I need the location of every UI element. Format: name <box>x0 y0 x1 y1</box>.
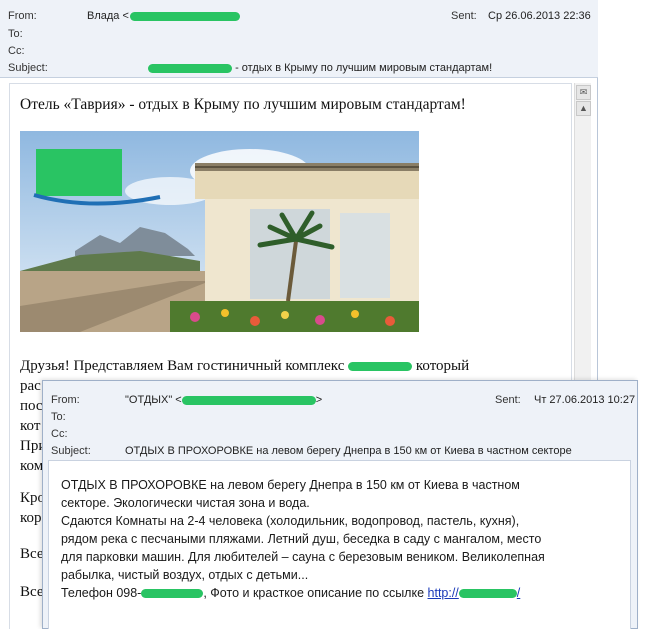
para-1-line-4: кот <box>20 418 41 434</box>
redacted-hotel-name <box>148 63 232 73</box>
phone-prefix: Телефон 098- <box>61 586 142 600</box>
subject-label: Subject: <box>51 445 91 457</box>
redacted-phone <box>141 589 204 599</box>
sent-label: Sent: <box>451 10 477 22</box>
redacted-url <box>458 589 517 599</box>
para-3-line-2: кор <box>20 510 42 526</box>
sent-value: Ср 26.06.2013 22:36 <box>488 10 591 22</box>
redacted-email <box>181 395 316 405</box>
redacted-hotel-name <box>348 362 413 372</box>
para-5-line-1: Все <box>20 584 44 600</box>
from-label: From: <box>8 10 37 22</box>
from-name: Влада < <box>87 10 129 22</box>
cc-label: Cc: <box>51 428 68 440</box>
body-line-5: для парковки машин. Для любителей – саун… <box>61 550 545 564</box>
to-label: To: <box>51 411 66 423</box>
subject-value: ОТДЫХ В ПРОХОРОВКЕ на левом берегу Днепр… <box>125 445 572 457</box>
phone-suffix: , Фото и красткое описание по ссылке <box>203 586 428 600</box>
subject-value: - отдых в Крыму по лучшим мировым станда… <box>148 62 492 74</box>
hotel-photo <box>20 131 419 332</box>
scroll-up-icon[interactable]: ▲ <box>576 101 591 116</box>
para-1-line-3: пос <box>20 398 43 414</box>
email-1-header: From: Влада < Sent: Ср 26.06.2013 22:36 … <box>0 0 598 78</box>
para-1-line-1: Друзья! Представляем Вам гостиничный ком… <box>20 358 470 374</box>
body-line-2: секторе. Экологически чистая зона и вода… <box>61 496 310 510</box>
reply-icon[interactable]: ✉ <box>576 85 591 100</box>
body-line-4: рядом река с песчаными пляжами. Летний д… <box>61 532 542 546</box>
background-area <box>599 0 655 380</box>
from-value[interactable]: "ОТДЫХ" < > <box>125 394 322 406</box>
from-value[interactable]: Влада < <box>87 10 240 22</box>
sent-value: Чт 27.06.2013 10:27 <box>534 394 636 406</box>
to-label: To: <box>8 28 23 40</box>
email-2-header: From: "ОТДЫХ" < > Sent: Чт 27.06.2013 10:… <box>43 381 637 457</box>
body-line-3: Сдаются Комнаты на 2-4 человека (холодил… <box>61 514 520 528</box>
body-line-1: ОТДЫХ В ПРОХОРОВКЕ на левом берегу Днепр… <box>61 478 520 492</box>
from-label: From: <box>51 394 80 406</box>
para-2-line-2: ком <box>20 458 44 474</box>
cc-label: Cc: <box>8 45 25 57</box>
para-4-line-1: Все <box>20 546 44 562</box>
body-line-7: Телефон 098- , Фото и красткое описание п… <box>61 586 520 600</box>
from-close: > <box>315 394 323 406</box>
para-1-line-2: рас Ю Б К <box>20 378 491 394</box>
subject-text: - отдых в Крыму по лучшим мировым станда… <box>235 62 493 74</box>
email-2-body: ОТДЫХ В ПРОХОРОВКЕ на левом берегу Днепр… <box>48 460 631 629</box>
body-line-6: рабылка, чистый воздух, отдых с детьми..… <box>61 568 309 582</box>
email-window-2: From: "ОТДЫХ" < > Sent: Чт 27.06.2013 10:… <box>42 380 638 629</box>
email-1-title: Отель «Таврия» - отдых в Крыму по лучшим… <box>20 96 466 113</box>
photo-link[interactable]: http:/// <box>428 586 521 600</box>
redacted-email <box>129 11 240 21</box>
from-name: "ОТДЫХ" < <box>125 394 182 406</box>
sent-label: Sent: <box>495 394 521 406</box>
subject-label: Subject: <box>8 62 48 74</box>
